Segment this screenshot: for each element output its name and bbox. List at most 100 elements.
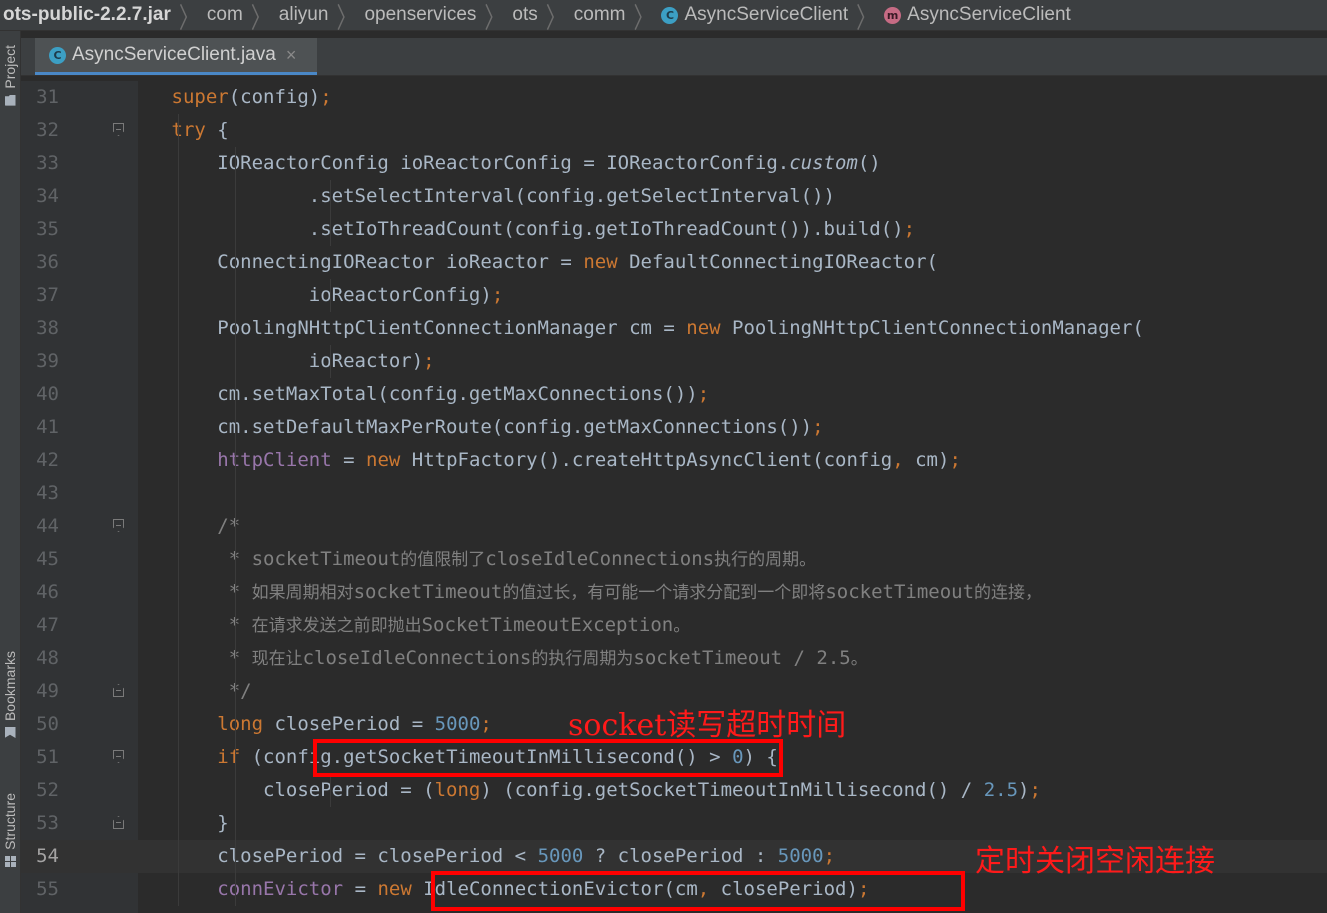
code-line[interactable]: 38 PoolingNHttpClientConnectionManager c…	[21, 312, 1327, 345]
breadcrumb-package-openservices[interactable]: openservices	[360, 4, 480, 26]
code-text: /*	[80, 510, 240, 543]
code-text: cm.setMaxTotal(config.getMaxConnections(…	[80, 378, 709, 411]
line-number[interactable]: 41	[21, 411, 59, 444]
code-line[interactable]: 52 closePeriod = (long) (config.getSocke…	[21, 774, 1327, 807]
line-number[interactable]: 50	[21, 708, 59, 741]
code-token: ;	[949, 449, 961, 471]
line-number[interactable]: 36	[21, 246, 59, 279]
code-token: long	[217, 713, 264, 735]
code-text: */	[80, 675, 252, 708]
line-number[interactable]: 35	[21, 213, 59, 246]
breadcrumb-method[interactable]: m AsyncServiceClient	[880, 4, 1075, 26]
code-token: ioReactorConfig)	[80, 284, 492, 306]
breadcrumb-separator: 〉	[178, 3, 199, 31]
code-token: ;	[480, 713, 492, 735]
code-token: custom	[789, 152, 858, 174]
code-line[interactable]: 31 super(config);	[21, 81, 1327, 114]
line-number[interactable]: 53	[21, 807, 59, 840]
breadcrumb-method-label: AsyncServiceClient	[907, 4, 1071, 25]
code-token: 5000	[777, 845, 824, 867]
tab-async-service-client[interactable]: C AsyncServiceClient.java ×	[35, 38, 317, 75]
code-line[interactable]: 41 cm.setDefaultMaxPerRoute(config.getMa…	[21, 411, 1327, 444]
line-number[interactable]: 51	[21, 741, 59, 774]
code-token: .setSelectInterval(config.getSelectInter…	[80, 185, 835, 207]
code-token: long	[434, 779, 481, 801]
line-number[interactable]: 47	[21, 609, 59, 642]
code-token: closePeriod = (	[80, 779, 435, 801]
structure-tool-button[interactable]: Structure	[0, 793, 20, 867]
line-number[interactable]: 40	[21, 378, 59, 411]
code-line[interactable]: 34 .setSelectInterval(config.getSelectIn…	[21, 180, 1327, 213]
line-number[interactable]: 49	[21, 675, 59, 708]
line-number[interactable]: 52	[21, 774, 59, 807]
line-number[interactable]: 38	[21, 312, 59, 345]
code-token: 5000	[537, 845, 584, 867]
code-editor[interactable]: 31 super(config); 32 try {33 IOReactorCon…	[21, 81, 1327, 913]
code-line[interactable]: 33 IOReactorConfig ioReactorConfig = IOR…	[21, 147, 1327, 180]
breadcrumb-package-aliyun[interactable]: aliyun	[275, 4, 333, 26]
code-token: cm)	[903, 449, 950, 471]
editor-tab-bar: C AsyncServiceClient.java ×	[21, 38, 1327, 76]
code-token: cm.setMaxTotal(config.getMaxConnections(…	[80, 383, 698, 405]
line-number[interactable]: 45	[21, 543, 59, 576]
breadcrumb-package-ots[interactable]: ots	[508, 4, 541, 26]
line-number[interactable]: 34	[21, 180, 59, 213]
line-number[interactable]: 39	[21, 345, 59, 378]
code-line[interactable]: 40 cm.setMaxTotal(config.getMaxConnectio…	[21, 378, 1327, 411]
code-token: 2.5	[983, 779, 1019, 801]
code-token: closePeriod =	[263, 713, 435, 735]
line-number[interactable]: 44	[21, 510, 59, 543]
code-text: closePeriod = (long) (config.getSocketTi…	[80, 774, 1041, 807]
line-number[interactable]: 33	[21, 147, 59, 180]
breadcrumb-package-comm[interactable]: comm	[570, 4, 630, 26]
code-token: if	[217, 746, 241, 768]
line-number[interactable]: 43	[21, 477, 59, 510]
close-icon[interactable]: ×	[286, 45, 297, 66]
code-token: 现在让	[251, 649, 303, 669]
breadcrumb-jar[interactable]: ots-public-2.2.7.jar	[0, 4, 175, 26]
code-line[interactable]: 47 * 在请求发送之前即抛出SocketTimeoutException。	[21, 609, 1327, 642]
line-number[interactable]: 46	[21, 576, 59, 609]
code-line[interactable]: 32 try {	[21, 114, 1327, 147]
code-text: httpClient = new HttpFactory().createHtt…	[80, 444, 961, 477]
line-number[interactable]: 42	[21, 444, 59, 477]
code-token: ;	[491, 284, 504, 306]
indent-guide	[330, 345, 331, 378]
code-line[interactable]: 39 ioReactor);	[21, 345, 1327, 378]
code-line[interactable]: 36 ConnectingIOReactor ioReactor = new D…	[21, 246, 1327, 279]
code-line[interactable]: 35 .setIoThreadCount(config.getIoThreadC…	[21, 213, 1327, 246]
line-number[interactable]: 31	[21, 81, 59, 114]
bookmarks-tool-button[interactable]: Bookmarks	[0, 651, 20, 739]
code-line[interactable]: 45 * socketTimeout的值限制了closeIdleConnecti…	[21, 543, 1327, 576]
breadcrumb: ots-public-2.2.7.jar 〉 com 〉 aliyun 〉 op…	[0, 0, 1327, 31]
line-number[interactable]: 48	[21, 642, 59, 675]
line-number[interactable]: 32	[21, 114, 59, 147]
code-text: long closePeriod = 5000;	[80, 708, 492, 741]
code-token: ;	[823, 845, 836, 867]
code-token: try	[171, 119, 206, 141]
code-line[interactable]: 37 ioReactorConfig);	[21, 279, 1327, 312]
breadcrumb-separator: 〉	[336, 3, 357, 31]
project-tool-button[interactable]: Project	[0, 45, 20, 106]
breadcrumb-separator: 〉	[856, 3, 877, 31]
code-line[interactable]: 42 httpClient = new HttpFactory().create…	[21, 444, 1327, 477]
evictor-note: 定时关闭空闲连接	[975, 844, 1215, 879]
line-number[interactable]: 37	[21, 279, 59, 312]
breadcrumb-class[interactable]: C AsyncServiceClient	[657, 4, 852, 26]
line-number[interactable]: 54	[21, 840, 59, 873]
code-line[interactable]: 46 * 如果周期相对socketTimeout的值过长，有可能一个请求分配到一…	[21, 576, 1327, 609]
code-text: * 如果周期相对socketTimeout的值过长，有可能一个请求分配到一个即将…	[80, 576, 1042, 610]
code-token: */	[80, 680, 252, 702]
code-token: )	[1018, 779, 1030, 801]
code-line[interactable]: 44 /*	[21, 510, 1327, 543]
code-line[interactable]: 43	[21, 477, 1327, 510]
code-line[interactable]: 48 * 现在让closeIdleConnections的执行周期为socket…	[21, 642, 1327, 675]
line-number[interactable]: 55	[21, 873, 59, 906]
breadcrumb-package-com[interactable]: com	[203, 4, 247, 26]
code-token: PoolingNHttpClientConnectionManager cm =	[80, 317, 687, 339]
code-token: * socketTimeout	[80, 548, 401, 570]
bookmark-icon	[4, 727, 16, 739]
code-token: 的连接，	[974, 583, 1043, 603]
